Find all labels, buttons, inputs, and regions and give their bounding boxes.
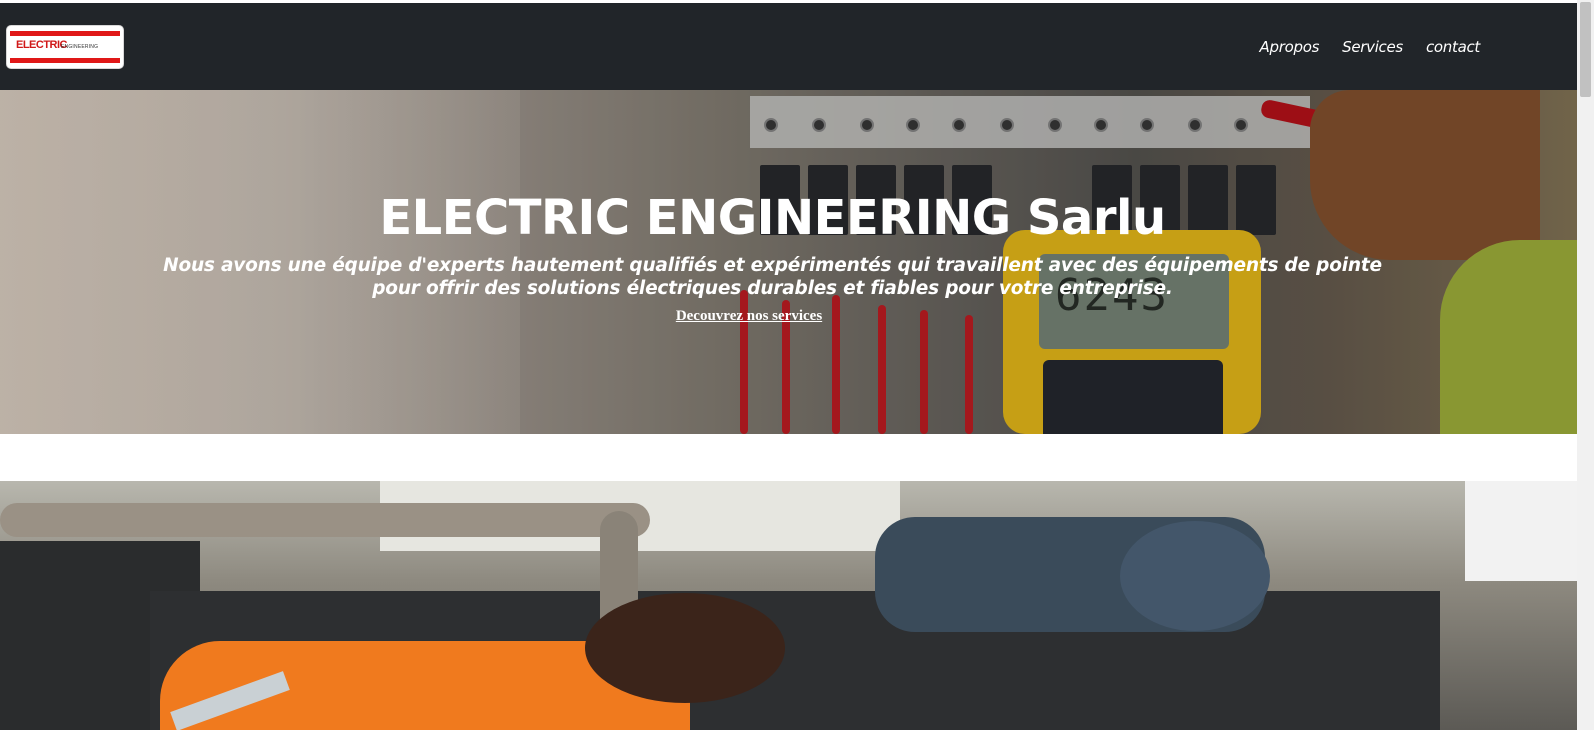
hero-banner: 6243 ELECTRIC ENGINEERING Sarlu Nous avo…: [0, 90, 1577, 434]
nav-link-services[interactable]: Services: [1342, 38, 1403, 56]
logo-band: [10, 31, 120, 36]
photo-exhaust-pipe: [0, 503, 650, 537]
hero-description: Nous avons une équipe d'experts hautemen…: [163, 255, 1382, 299]
logo-band: [10, 58, 120, 63]
logo-text: ELECTRIC: [16, 39, 68, 51]
photo-cabinet: [1465, 481, 1577, 581]
page: ELECTRIC ENGINEERING Apropos Services co…: [0, 0, 1577, 730]
section-spacer: [0, 434, 1577, 481]
generator-photo: [0, 481, 1577, 730]
nav-link-apropos[interactable]: Apropos: [1260, 38, 1320, 56]
nav-link-contact[interactable]: contact: [1426, 38, 1480, 56]
navbar: ELECTRIC ENGINEERING Apropos Services co…: [0, 3, 1577, 90]
photo-filter-cap: [1120, 521, 1270, 631]
brand-logo[interactable]: ELECTRIC ENGINEERING: [6, 25, 124, 69]
scrollbar-thumb[interactable]: [1580, 2, 1591, 97]
discover-services-link[interactable]: Decouvrez nos services: [0, 308, 1498, 325]
main-nav: Apropos Services contact: [1260, 38, 1481, 56]
page-scrollbar[interactable]: [1577, 0, 1594, 730]
hero-title: ELECTRIC ENGINEERING Sarlu: [379, 190, 1166, 246]
logo-subtext: ENGINEERING: [61, 44, 99, 50]
technician-head: [585, 593, 785, 703]
